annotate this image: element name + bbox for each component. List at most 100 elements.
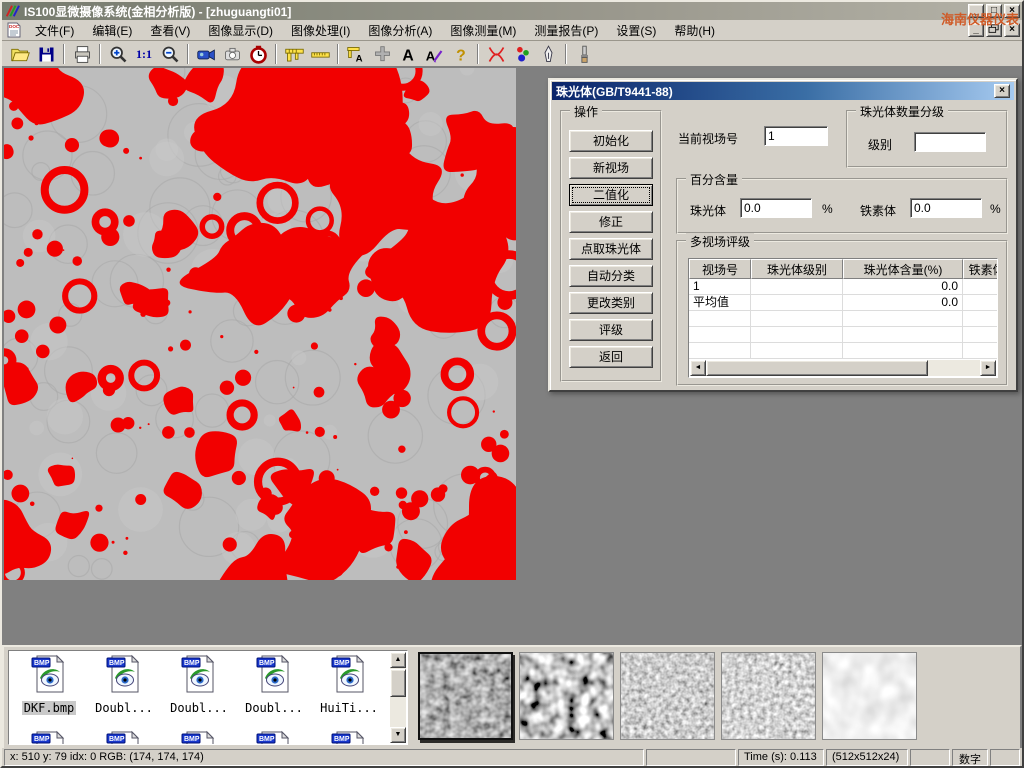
operation-button-6[interactable]: 自动分类	[569, 265, 653, 287]
svg-text:BMP: BMP	[184, 736, 200, 743]
text-button[interactable]: A	[395, 43, 421, 66]
annotate-button[interactable]: A	[421, 43, 447, 66]
svg-text:BMP: BMP	[334, 660, 350, 667]
curve-tool-button[interactable]	[483, 43, 509, 66]
zoom-out-button[interactable]	[157, 43, 183, 66]
thumbnail-image[interactable]	[721, 652, 816, 740]
file-name[interactable]: Doubl...	[243, 701, 305, 715]
specimen-image[interactable]	[4, 68, 516, 580]
help-button[interactable]: ?	[447, 43, 473, 66]
toolbar-separator	[187, 44, 189, 64]
video-camera-button[interactable]	[193, 43, 219, 66]
menu-item[interactable]: 编辑(E)	[83, 20, 141, 41]
level-input[interactable]	[914, 132, 986, 152]
camera-button[interactable]	[219, 43, 245, 66]
file-item[interactable]: BMP	[13, 730, 85, 745]
table-row[interactable]: 10.0	[689, 279, 997, 295]
move-cross-button[interactable]	[369, 43, 395, 66]
scroll-thumb[interactable]	[706, 360, 928, 376]
thumbnail-image[interactable]	[620, 652, 715, 740]
dialog-close-button[interactable]: ×	[994, 84, 1010, 98]
open-folder-button[interactable]	[7, 43, 33, 66]
measure-label-button[interactable]: A	[343, 43, 369, 66]
thumbnail-image[interactable]	[418, 652, 513, 740]
file-name[interactable]: Doubl...	[168, 701, 230, 715]
operation-button-1[interactable]: 初始化	[569, 130, 653, 152]
ferrite-label: 铁素体	[860, 202, 896, 219]
brush-button[interactable]	[571, 43, 597, 66]
scroll-down-icon[interactable]: ▼	[390, 727, 406, 743]
file-item[interactable]: BMP HuiTi...	[313, 654, 385, 717]
mdi-close-button[interactable]: ×	[1004, 23, 1020, 37]
save-button[interactable]	[33, 43, 59, 66]
menu-item[interactable]: 设置(S)	[607, 20, 665, 41]
file-name[interactable]: HuiTi...	[318, 701, 380, 715]
particle-color-button[interactable]	[509, 43, 535, 66]
table-row[interactable]	[689, 311, 997, 327]
svg-text:DOC: DOC	[9, 24, 20, 29]
table-row[interactable]	[689, 343, 997, 359]
operation-button-4[interactable]: 修正	[569, 211, 653, 233]
pen-button[interactable]	[535, 43, 561, 66]
menu-item[interactable]: 文件(F)	[26, 20, 83, 41]
file-name[interactable]: DKF.bmp	[22, 701, 77, 715]
operation-button-3[interactable]: 二值化	[569, 184, 653, 206]
operation-button-2[interactable]: 新视场	[569, 157, 653, 179]
maximize-button[interactable]: □	[986, 4, 1002, 18]
menu-item[interactable]: 图像显示(D)	[199, 20, 282, 41]
file-item[interactable]: BMP	[88, 730, 160, 745]
timer-button[interactable]	[245, 43, 271, 66]
app-icon	[4, 4, 20, 18]
scroll-up-icon[interactable]: ▲	[390, 652, 406, 668]
menu-item[interactable]: 查看(V)	[141, 20, 199, 41]
file-item[interactable]: BMPDoubl...	[238, 654, 310, 717]
operation-button-8[interactable]: 评级	[569, 319, 653, 341]
table-hscrollbar[interactable]: ◄ ►	[690, 360, 996, 376]
print-button[interactable]	[69, 43, 95, 66]
menu-item[interactable]: 测量报告(P)	[525, 20, 607, 41]
menu-item[interactable]: 图像分析(A)	[359, 20, 441, 41]
move-cross-icon	[372, 44, 393, 65]
file-item[interactable]: BMPDKF.bmp	[13, 654, 85, 717]
file-item[interactable]: BMPDoubl...	[88, 654, 160, 717]
table-row[interactable]	[689, 327, 997, 343]
file-item[interactable]: BMP	[163, 730, 235, 745]
file-item[interactable]: BMP	[238, 730, 310, 745]
operation-button-7[interactable]: 更改类别	[569, 292, 653, 314]
ferrite-percent-input[interactable]	[910, 198, 982, 218]
thumbnail-image[interactable]	[519, 652, 614, 740]
actual-size-button[interactable]: 1:1	[131, 43, 157, 66]
mdi-restore-button[interactable]	[986, 23, 1002, 37]
pearlite-percent-input[interactable]	[740, 198, 812, 218]
table-header-row: 视场号珠光体级别珠光体含量(%)铁素体含量(%)	[689, 259, 997, 279]
file-vscrollbar[interactable]: ▲ ▼	[390, 652, 406, 743]
table-row[interactable]: 平均值0.0	[689, 295, 997, 311]
thumbnail-image[interactable]	[822, 652, 917, 740]
toolbar: 1:1AAA?	[2, 42, 1022, 67]
scroll-left-icon[interactable]: ◄	[690, 360, 706, 376]
menu-item[interactable]: 帮助(H)	[665, 20, 724, 41]
operation-button-5[interactable]: 点取珠光体	[569, 238, 653, 260]
svg-text:?: ?	[456, 47, 466, 64]
file-item[interactable]: BMPDoubl...	[163, 654, 235, 717]
operation-button-9[interactable]: 返回	[569, 346, 653, 368]
minimize-button[interactable]: _	[968, 4, 984, 18]
file-scroll-thumb[interactable]	[390, 669, 406, 697]
current-field-input[interactable]	[764, 126, 828, 146]
video-camera-icon	[196, 44, 217, 65]
file-item[interactable]: BMP	[313, 730, 385, 745]
ruler-button[interactable]	[307, 43, 333, 66]
file-name[interactable]: Doubl...	[93, 701, 155, 715]
dialog-title-bar[interactable]: 珠光体(GB/T9441-88) ×	[552, 82, 1014, 100]
scroll-right-icon[interactable]: ►	[980, 360, 996, 376]
zoom-in-button[interactable]	[105, 43, 131, 66]
mdi-minimize-button[interactable]: _	[968, 23, 984, 37]
save-icon	[36, 44, 57, 65]
scroll-track[interactable]	[928, 360, 980, 376]
menu-item[interactable]: 图像测量(M)	[441, 20, 525, 41]
svg-text:BMP: BMP	[109, 736, 125, 743]
caliper-button[interactable]	[281, 43, 307, 66]
document-icon[interactable]: DOC	[6, 22, 22, 38]
menu-item[interactable]: 图像处理(I)	[282, 20, 359, 41]
close-button[interactable]: ×	[1004, 4, 1020, 18]
